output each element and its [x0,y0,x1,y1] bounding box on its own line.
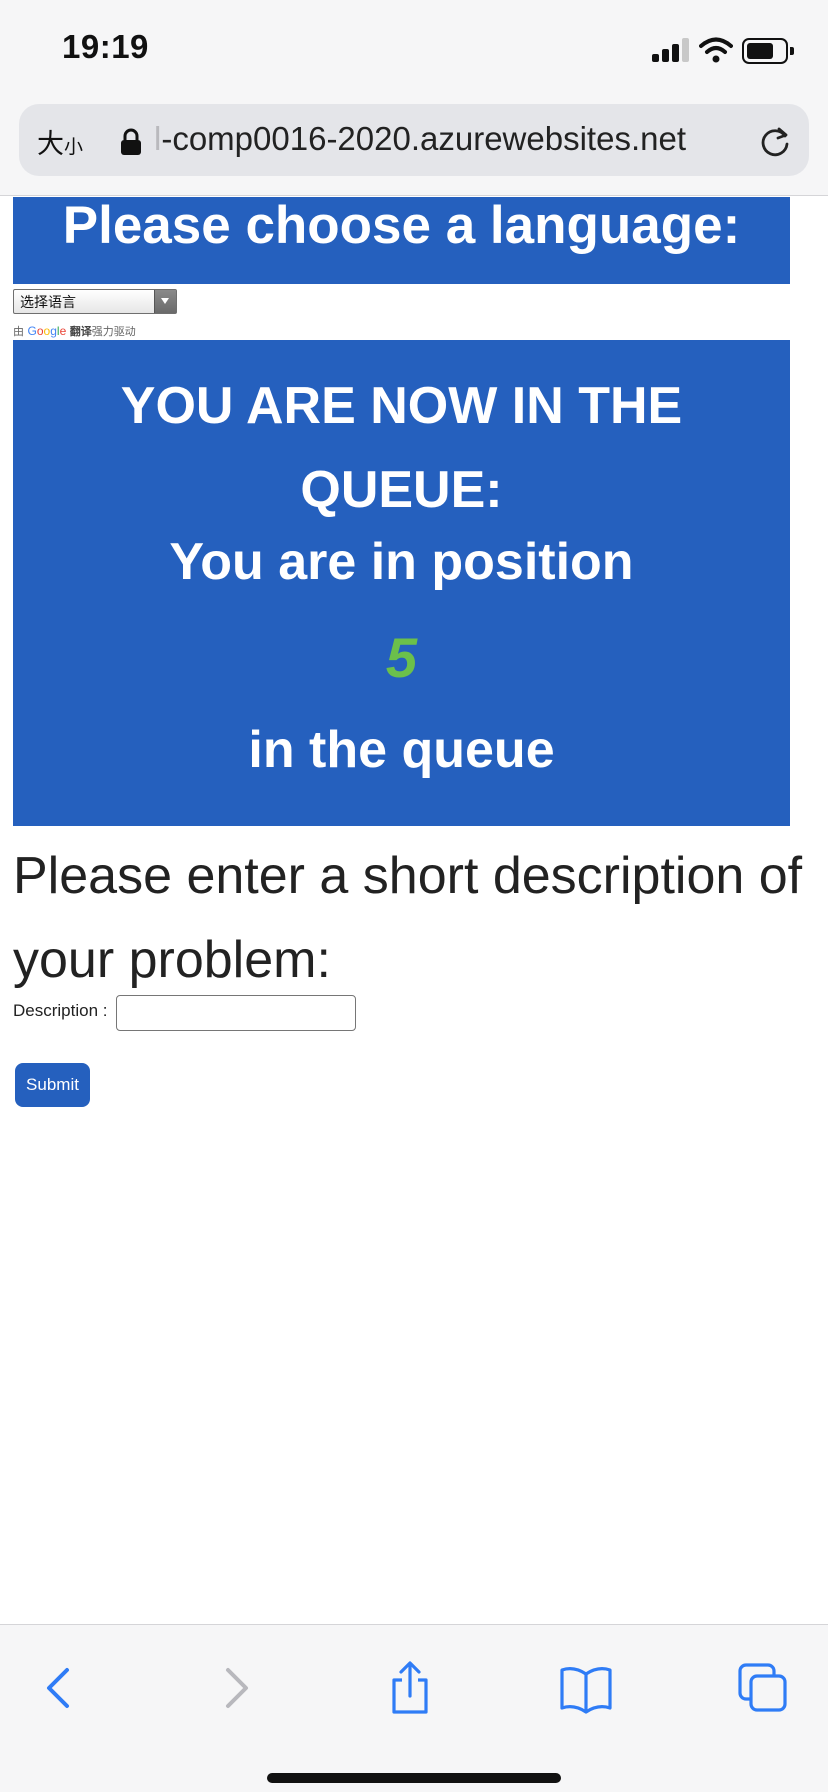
lock-icon [121,128,141,155]
queue-title: YOU ARE NOW IN THE QUEUE: [120,377,683,519]
status-bar: 19:19 [0,0,828,96]
status-time: 19:19 [62,28,149,65]
powered-translate: 翻译 [69,325,92,338]
description-input[interactable] [116,995,356,1031]
forward-icon[interactable] [206,1658,266,1718]
url-domain: -comp0016-2020.azurewebsites.net [161,120,686,157]
dropdown-arrow-box [154,290,176,313]
share-icon[interactable] [380,1658,440,1718]
queue-position-suffix: in the queue [248,721,555,779]
web-page: Please choose a language: 选择语言 由 Google … [0,197,828,1624]
google-logo[interactable]: Google [28,324,67,338]
browser-top-bar: 大小 l-comp0016-2020.azurewebsites.net [0,96,828,196]
language-select[interactable]: 选择语言 [13,289,177,314]
reload-icon[interactable] [757,124,793,160]
powered-suffix: 强力驱动 [91,325,136,338]
chevron-down-icon [161,298,169,304]
description-heading: Please enter a short description of your… [13,847,803,989]
google-translate-attribution: 由 Google 翻译强力驱动 [13,323,136,339]
back-icon[interactable] [29,1658,89,1718]
wifi-icon [699,37,733,63]
address-bar[interactable]: 大小 l-comp0016-2020.azurewebsites.net [19,104,809,176]
queue-position-number: 5 [385,626,418,689]
powered-prefix: 由 [13,325,24,338]
browser-toolbar [0,1624,828,1792]
language-select-value: 选择语言 [20,295,76,311]
battery-icon [742,38,794,64]
submit-button[interactable]: Submit [15,1063,90,1107]
tabs-icon[interactable] [733,1658,793,1718]
cellular-signal-icon [652,38,692,62]
bookmarks-icon[interactable] [556,1658,616,1718]
description-label: Description : [13,1001,108,1020]
url-text[interactable]: l-comp0016-2020.azurewebsites.net [154,120,686,158]
language-banner: Please choose a language: [13,197,790,284]
text-size-small-glyph: 小 [64,136,84,158]
queue-position-label: You are in position [169,533,634,591]
text-size-large-glyph: 大 [37,129,64,160]
queue-status-box: YOU ARE NOW IN THE QUEUE: You are in pos… [13,340,790,826]
text-size-button[interactable]: 大小 [37,122,83,161]
home-indicator [267,1773,561,1783]
